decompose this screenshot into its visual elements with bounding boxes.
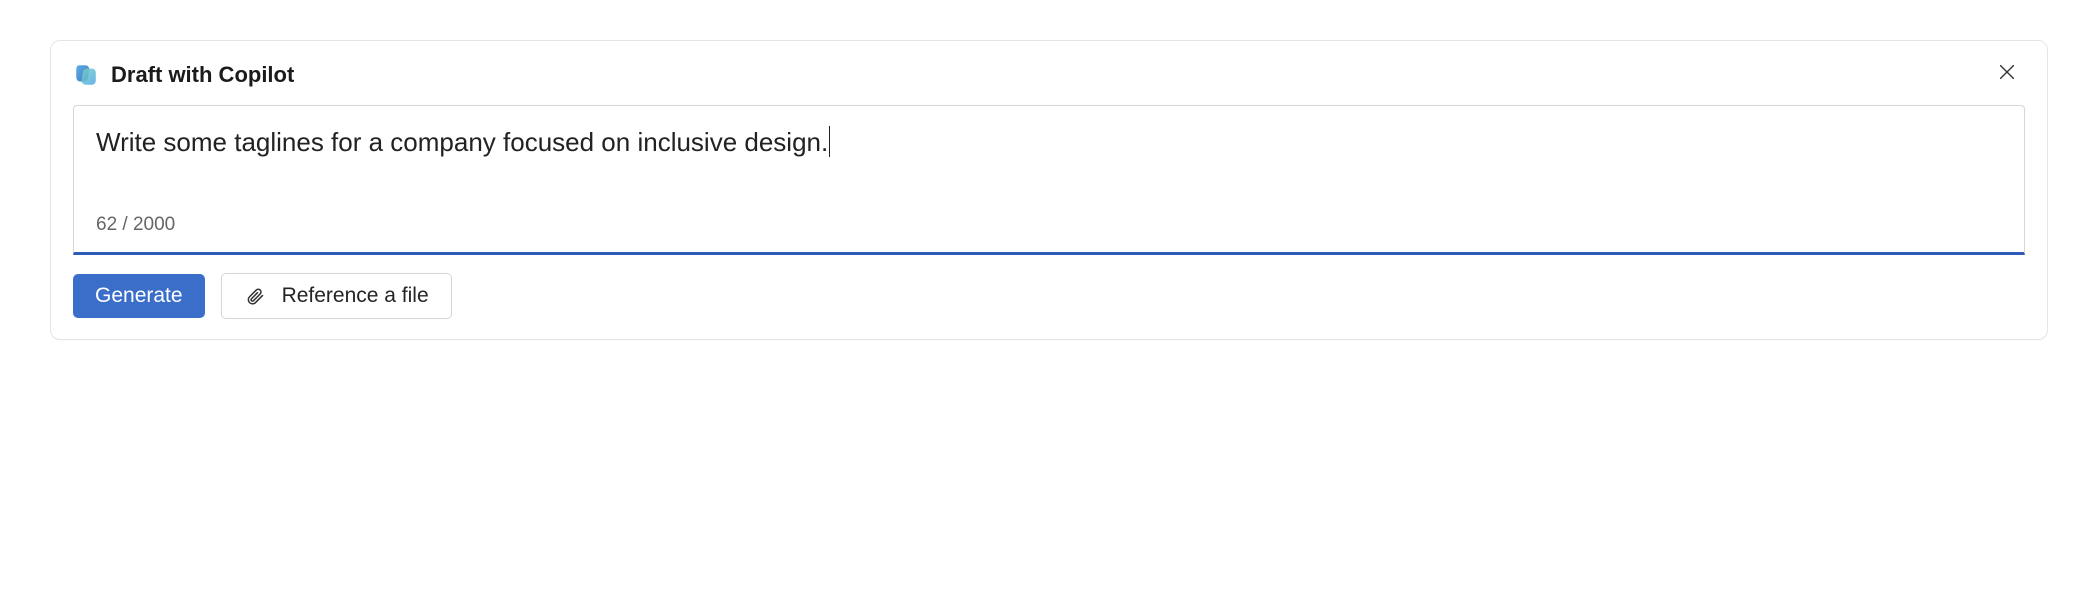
copilot-icon xyxy=(73,62,99,88)
panel-title: Draft with Copilot xyxy=(111,62,294,88)
prompt-input-area[interactable]: Write some taglines for a company focuse… xyxy=(73,105,2025,255)
panel-header: Draft with Copilot xyxy=(73,57,2025,93)
button-row: Generate Reference a file xyxy=(73,273,2025,319)
reference-file-label: Reference a file xyxy=(282,284,429,308)
close-button[interactable] xyxy=(1989,57,2025,93)
prompt-text-content: Write some taglines for a company focuse… xyxy=(96,127,828,157)
reference-file-button[interactable]: Reference a file xyxy=(221,273,452,319)
panel-title-group: Draft with Copilot xyxy=(73,62,294,88)
char-count: 62 / 2000 xyxy=(96,214,2002,236)
generate-button[interactable]: Generate xyxy=(73,274,205,318)
close-icon xyxy=(1996,61,2018,89)
attach-icon xyxy=(244,285,266,307)
prompt-input[interactable]: Write some taglines for a company focuse… xyxy=(96,126,2002,166)
text-cursor xyxy=(829,126,830,157)
copilot-draft-panel: Draft with Copilot Write some taglines f… xyxy=(50,40,2048,340)
